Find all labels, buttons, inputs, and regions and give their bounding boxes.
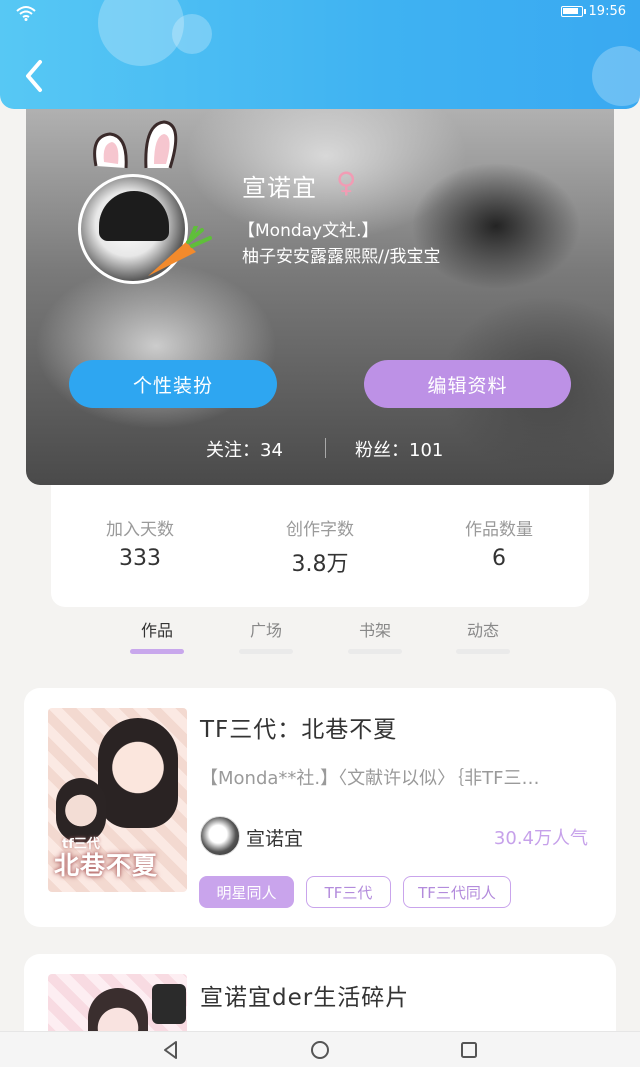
- circle-home-icon[interactable]: [308, 1038, 332, 1062]
- following-count[interactable]: 关注：34: [206, 436, 283, 462]
- cover-figure: [152, 984, 186, 1024]
- profile-card: 宣诺宜 ♀ 【Monday文社.】 柚子安安露露熙熙//我宝宝 个性装扮 编辑资…: [26, 96, 614, 485]
- tab-indicator: [456, 649, 510, 654]
- stat-join-days: 加入天数 333: [80, 515, 200, 571]
- cover-figure: [98, 718, 178, 828]
- cover-title: 北巷不夏: [54, 851, 159, 880]
- status-bar: 19:56: [16, 4, 626, 24]
- dress-up-button[interactable]: 个性装扮: [69, 360, 277, 408]
- stat-works-count: 作品数量 6: [439, 515, 559, 571]
- book-cover[interactable]: tf三代 北巷不夏: [48, 708, 187, 892]
- stat-value: 6: [492, 546, 506, 571]
- stat-label: 创作字数: [286, 520, 354, 540]
- tab-indicator: [239, 649, 293, 654]
- tab-indicator-active: [130, 649, 184, 654]
- stat-word-count: 创作字数 3.8万: [260, 515, 380, 578]
- status-right: 19:56: [560, 4, 626, 19]
- wifi-icon: [16, 6, 36, 21]
- tag-chip[interactable]: 明星同人: [199, 876, 294, 908]
- tab-works[interactable]: 作品: [127, 617, 187, 641]
- book-description: 【Monda**社.】〈文献许以似〉｛非TF三…: [200, 768, 540, 789]
- stat-value: 3.8万: [291, 552, 349, 577]
- triangle-back-icon[interactable]: [159, 1038, 183, 1062]
- status-time: 19:56: [588, 4, 626, 19]
- tab-bookshelf[interactable]: 书架: [345, 617, 405, 641]
- author-name: 宣诺宜: [246, 828, 304, 850]
- carrot-icon: [148, 226, 212, 276]
- bunny-ears-icon: [93, 120, 178, 169]
- square-recent-icon[interactable]: [457, 1038, 481, 1062]
- tab-activity[interactable]: 动态: [453, 617, 513, 641]
- tag-chip[interactable]: TF三代同人: [403, 876, 511, 908]
- divider: [325, 438, 326, 458]
- chevron-left-icon[interactable]: [20, 56, 50, 96]
- user-name: 宣诺宜: [242, 174, 317, 202]
- tab-indicator: [348, 649, 402, 654]
- tab-square[interactable]: 广场: [236, 617, 296, 641]
- followers-count[interactable]: 粉丝：101: [355, 436, 443, 462]
- top-header: 19:56: [0, 0, 640, 109]
- stat-label: 作品数量: [465, 520, 533, 540]
- author-avatar: [200, 816, 240, 856]
- book-title[interactable]: TF三代：北巷不夏: [200, 710, 397, 744]
- female-icon: ♀: [336, 166, 357, 199]
- decor-bubble: [592, 46, 640, 106]
- motto-line-1: 【Monday文社.】: [238, 221, 379, 241]
- popularity-count: 30.4万人气: [493, 828, 588, 849]
- book-title[interactable]: 宣诺宜der生活碎片: [200, 978, 409, 1012]
- tab-bar: 作品 广场 书架 动态: [0, 607, 640, 661]
- stat-label: 加入天数: [106, 520, 174, 540]
- tag-chip[interactable]: TF三代: [306, 876, 391, 908]
- stats-panel: 加入天数 333 创作字数 3.8万 作品数量 6: [51, 485, 589, 607]
- battery-icon: [560, 6, 586, 17]
- system-nav-bar: [0, 1031, 640, 1067]
- work-card[interactable]: tf三代 北巷不夏 TF三代：北巷不夏 【Monda**社.】〈文献许以似〉｛非…: [24, 688, 616, 927]
- edit-profile-button[interactable]: 编辑资料: [364, 360, 571, 408]
- motto-line-2: 柚子安安露露熙熙//我宝宝: [242, 247, 441, 267]
- stat-value: 333: [119, 546, 161, 571]
